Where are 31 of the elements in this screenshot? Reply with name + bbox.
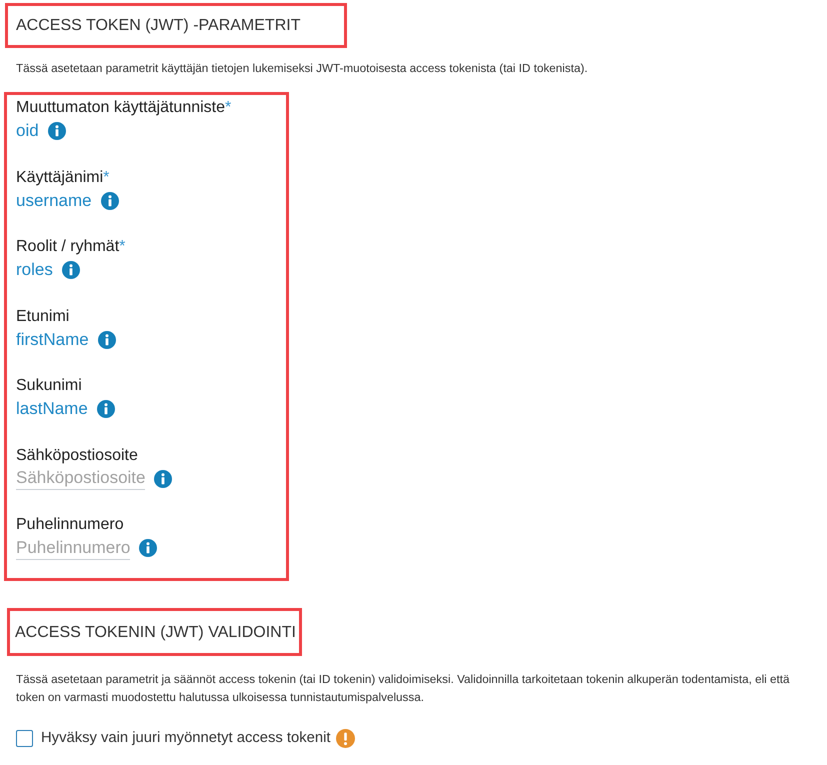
section-description: Tässä asetetaan parametrit ja säännöt access tokenin (tai ID tokenin) validoimiseksi. Validoinnilla tarkoitetaan tokenin alkuperän todentamista, eli että token on varmasti muodostettu halutussa ulkoisessa tunnistautumispalvelussa. [16,672,791,706]
info-icon[interactable] [139,539,158,557]
required-mark: * [103,168,110,188]
warning-icon [336,728,356,748]
info-icon[interactable] [100,192,119,210]
info-icon[interactable] [62,261,80,279]
text-input[interactable]: Sähköpostiosoite [16,467,146,490]
field-label: Käyttäjänimi [16,168,104,188]
field-value[interactable]: username [16,188,92,212]
required-mark: * [119,237,126,257]
info-icon[interactable] [154,470,172,488]
required-mark: * [225,98,232,118]
info-icon[interactable] [98,330,116,348]
text-input[interactable]: Puhelinnumero [16,536,130,560]
info-icon[interactable] [48,122,66,140]
field-label: Sukunimi [16,376,82,396]
field-value[interactable]: oid [16,119,39,143]
section-heading: ACCESS TOKEN (JWT) -PARAMETRIT [16,16,300,36]
checkbox-label[interactable]: Hyväksy vain juuri myönnetyt access tokenit [41,730,330,746]
field-label: Puhelinnumero [16,515,124,535]
field-label: Sähköpostiosoite [16,446,138,466]
field-label: Muuttumaton käyttäjätunniste [16,98,226,118]
field-label: Roolit / ryhmät [16,237,120,257]
checkbox[interactable] [16,730,33,746]
field-value[interactable]: lastName [16,397,88,421]
info-icon[interactable] [96,400,115,418]
section-heading: ACCESS TOKENIN (JWT) VALIDOINTI [15,622,296,642]
field-value[interactable]: roles [16,258,53,282]
field-label: Etunimi [16,306,70,326]
field-value[interactable]: firstName [16,328,89,352]
section-description: Tässä asetetaan parametrit käyttäjän tietojen lukemiseksi JWT-muotoisesta access tokenista (tai ID tokenista). [16,61,588,77]
